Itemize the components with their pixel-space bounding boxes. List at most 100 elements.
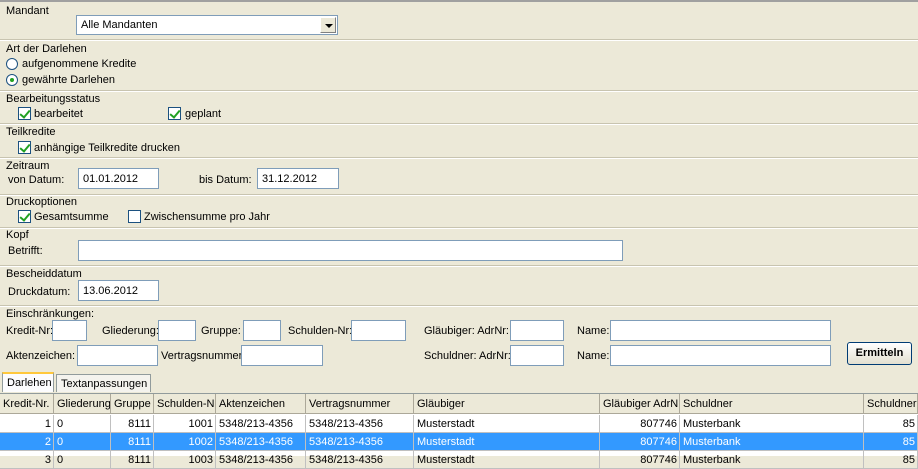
art-label: Art der Darlehen <box>6 43 87 55</box>
grid-header-glaeubiger[interactable]: Gläubiger <box>414 394 600 414</box>
tab-darlehen[interactable]: Darlehen <box>2 372 54 392</box>
druckoptionen-label: Druckoptionen <box>6 196 77 208</box>
teilkredite-label: Teilkredite <box>6 126 56 138</box>
section-divider <box>0 123 918 125</box>
schulden-nr-input[interactable] <box>351 320 406 341</box>
cell-aktenzeichen: 5348/213-4356 <box>216 451 306 469</box>
vertragsnummer-input[interactable] <box>241 345 323 366</box>
betrifft-input[interactable] <box>78 240 623 261</box>
table-row[interactable]: 1 0 8111 1001 5348/213-4356 5348/213-435… <box>0 415 918 433</box>
grid-header-schulden-nr[interactable]: Schulden-Nr <box>154 394 216 414</box>
radio-aufgenommene-label: aufgenommene Kredite <box>22 58 137 70</box>
grid-header-aktenzeichen[interactable]: Aktenzeichen <box>216 394 306 414</box>
checkbox-teilkredite-label: anhängige Teilkredite drucken <box>34 142 180 154</box>
section-divider <box>0 194 918 196</box>
gliederung-input[interactable] <box>158 320 196 341</box>
grid-header-schuldner-2[interactable]: Schuldner <box>864 394 918 414</box>
cell-schulden-nr: 1002 <box>154 433 216 451</box>
section-divider <box>0 265 918 267</box>
checkbox-geplant-label: geplant <box>185 108 222 120</box>
cell-glaeubiger: Musterstadt <box>414 433 600 451</box>
gruppe-input[interactable] <box>243 320 281 341</box>
bescheid-label: Bescheiddatum <box>6 268 82 280</box>
kopf-label: Kopf <box>6 229 29 241</box>
druckdatum-label: Druckdatum: <box>8 286 71 298</box>
betrifft-label: Betrifft: <box>8 245 43 257</box>
cell-vertragsnummer: 5348/213-4356 <box>306 433 414 451</box>
checkbox-bearbeitet-label: bearbeitet <box>34 108 83 120</box>
cell-glaeubiger-adrnr: 807746 <box>600 415 680 433</box>
section-divider <box>0 227 918 229</box>
cell-glaeubiger-adrnr: 807746 <box>600 433 680 451</box>
schulden-nr-label: Schulden-Nr: <box>288 325 353 337</box>
gruppe-label: Gruppe: <box>201 325 241 337</box>
checkbox-bearbeitet[interactable] <box>18 107 31 120</box>
grid-header-glaeubiger-adrnr[interactable]: Gläubiger AdrNr <box>600 394 680 414</box>
darlehen-grid: Kredit-Nr. Gliederung Gruppe Schulden-Nr… <box>0 393 918 469</box>
kredit-nr-input[interactable] <box>52 320 87 341</box>
zeitraum-label: Zeitraum <box>6 160 50 172</box>
grid-header-schuldner[interactable]: Schuldner <box>680 394 864 414</box>
mandant-select-value: Alle Mandanten <box>81 19 158 31</box>
section-divider <box>0 305 918 307</box>
cell-kredit-nr: 3 <box>0 451 54 469</box>
cell-gliederung: 0 <box>54 451 111 469</box>
bis-datum-label: bis Datum: <box>199 174 252 186</box>
grid-header-gruppe[interactable]: Gruppe <box>111 394 154 414</box>
mandant-select[interactable]: Alle Mandanten <box>76 15 338 35</box>
checkbox-zwischensumme[interactable] <box>128 210 141 223</box>
cell-schuldner: Musterbank <box>680 451 864 469</box>
kredit-nr-label: Kredit-Nr: <box>6 325 54 337</box>
section-divider <box>0 157 918 159</box>
checkbox-gesamtsumme[interactable] <box>18 210 31 223</box>
grid-header-kredit-nr[interactable]: Kredit-Nr. <box>0 394 54 414</box>
grid-header-gliederung[interactable]: Gliederung <box>54 394 111 414</box>
glaeubiger-adrnr-input[interactable] <box>510 320 564 341</box>
cell-schuldner: Musterbank <box>680 415 864 433</box>
cell-vertragsnummer: 5348/213-4356 <box>306 451 414 469</box>
cell-glaeubiger: Musterstadt <box>414 451 600 469</box>
vertragsnummer-label: Vertragsnummer: <box>161 350 246 362</box>
von-datum-input[interactable]: 01.01.2012 <box>78 168 159 189</box>
glaeubiger-adrnr-label: Gläubiger: AdrNr: <box>424 325 509 337</box>
cell-gruppe: 8111 <box>111 451 154 469</box>
cell-schuldner-2: 85 <box>864 415 918 433</box>
cell-gliederung: 0 <box>54 433 111 451</box>
schuldner-name-input[interactable] <box>610 345 831 366</box>
schuldner-adrnr-input[interactable] <box>510 345 564 366</box>
checkbox-geplant[interactable] <box>168 107 181 120</box>
cell-schulden-nr: 1003 <box>154 451 216 469</box>
cell-gruppe: 8111 <box>111 415 154 433</box>
cell-gliederung: 0 <box>54 415 111 433</box>
cell-schuldner: Musterbank <box>680 433 864 451</box>
schuldner-adrnr-label: Schuldner: AdrNr: <box>424 350 511 362</box>
section-divider <box>0 39 918 41</box>
cell-glaeubiger: Musterstadt <box>414 415 600 433</box>
bearbeitung-label: Bearbeitungsstatus <box>6 93 101 105</box>
cell-kredit-nr: 1 <box>0 415 54 433</box>
checkbox-zwischensumme-label: Zwischensumme pro Jahr <box>144 211 270 223</box>
cell-vertragsnummer: 5348/213-4356 <box>306 415 414 433</box>
cell-schulden-nr: 1001 <box>154 415 216 433</box>
radio-aufgenommene[interactable] <box>6 58 18 70</box>
aktenzeichen-label: Aktenzeichen: <box>6 350 76 362</box>
druckdatum-input[interactable]: 13.06.2012 <box>78 280 159 301</box>
radio-gewaehrte[interactable] <box>6 74 18 86</box>
ermitteln-button[interactable]: Ermitteln <box>847 342 912 365</box>
chevron-down-icon[interactable] <box>320 17 336 33</box>
cell-schuldner-2: 85 <box>864 451 918 469</box>
glaeubiger-name-label: Name: <box>577 325 610 337</box>
radio-gewaehrte-label: gewährte Darlehen <box>22 74 115 86</box>
section-divider <box>0 90 918 92</box>
checkbox-teilkredite[interactable] <box>18 141 31 154</box>
schuldner-name-label: Name: <box>577 350 610 362</box>
grid-header-vertragsnummer[interactable]: Vertragsnummer <box>306 394 414 414</box>
table-row-selected[interactable]: 2 0 8111 1002 5348/213-4356 5348/213-435… <box>0 433 918 451</box>
table-row[interactable]: 3 0 8111 1003 5348/213-4356 5348/213-435… <box>0 451 918 469</box>
glaeubiger-name-input[interactable] <box>610 320 831 341</box>
aktenzeichen-input[interactable] <box>77 345 158 366</box>
bis-datum-input[interactable]: 31.12.2012 <box>257 168 339 189</box>
tab-textanpassungen[interactable]: Textanpassungen <box>56 374 151 392</box>
mandant-label: Mandant <box>6 5 49 17</box>
checkbox-gesamtsumme-label: Gesamtsumme <box>34 211 109 223</box>
